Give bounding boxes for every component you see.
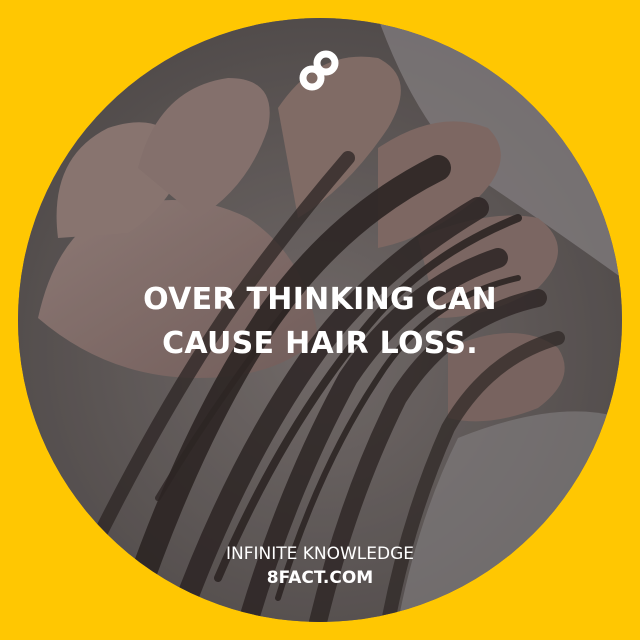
headline: OVER THINKING CAN CAUSE HAIR LOSS.: [0, 278, 640, 366]
fact-card: OVER THINKING CAN CAUSE HAIR LOSS. INFIN…: [0, 0, 640, 640]
tagline: INFINITE KNOWLEDGE: [225, 544, 415, 564]
infinity-8-logo-icon: [299, 50, 339, 91]
site-url: 8FACT.COM: [266, 568, 374, 588]
headline-line-1: OVER THINKING CAN: [143, 282, 497, 317]
headline-line-2: CAUSE HAIR LOSS.: [162, 326, 478, 361]
